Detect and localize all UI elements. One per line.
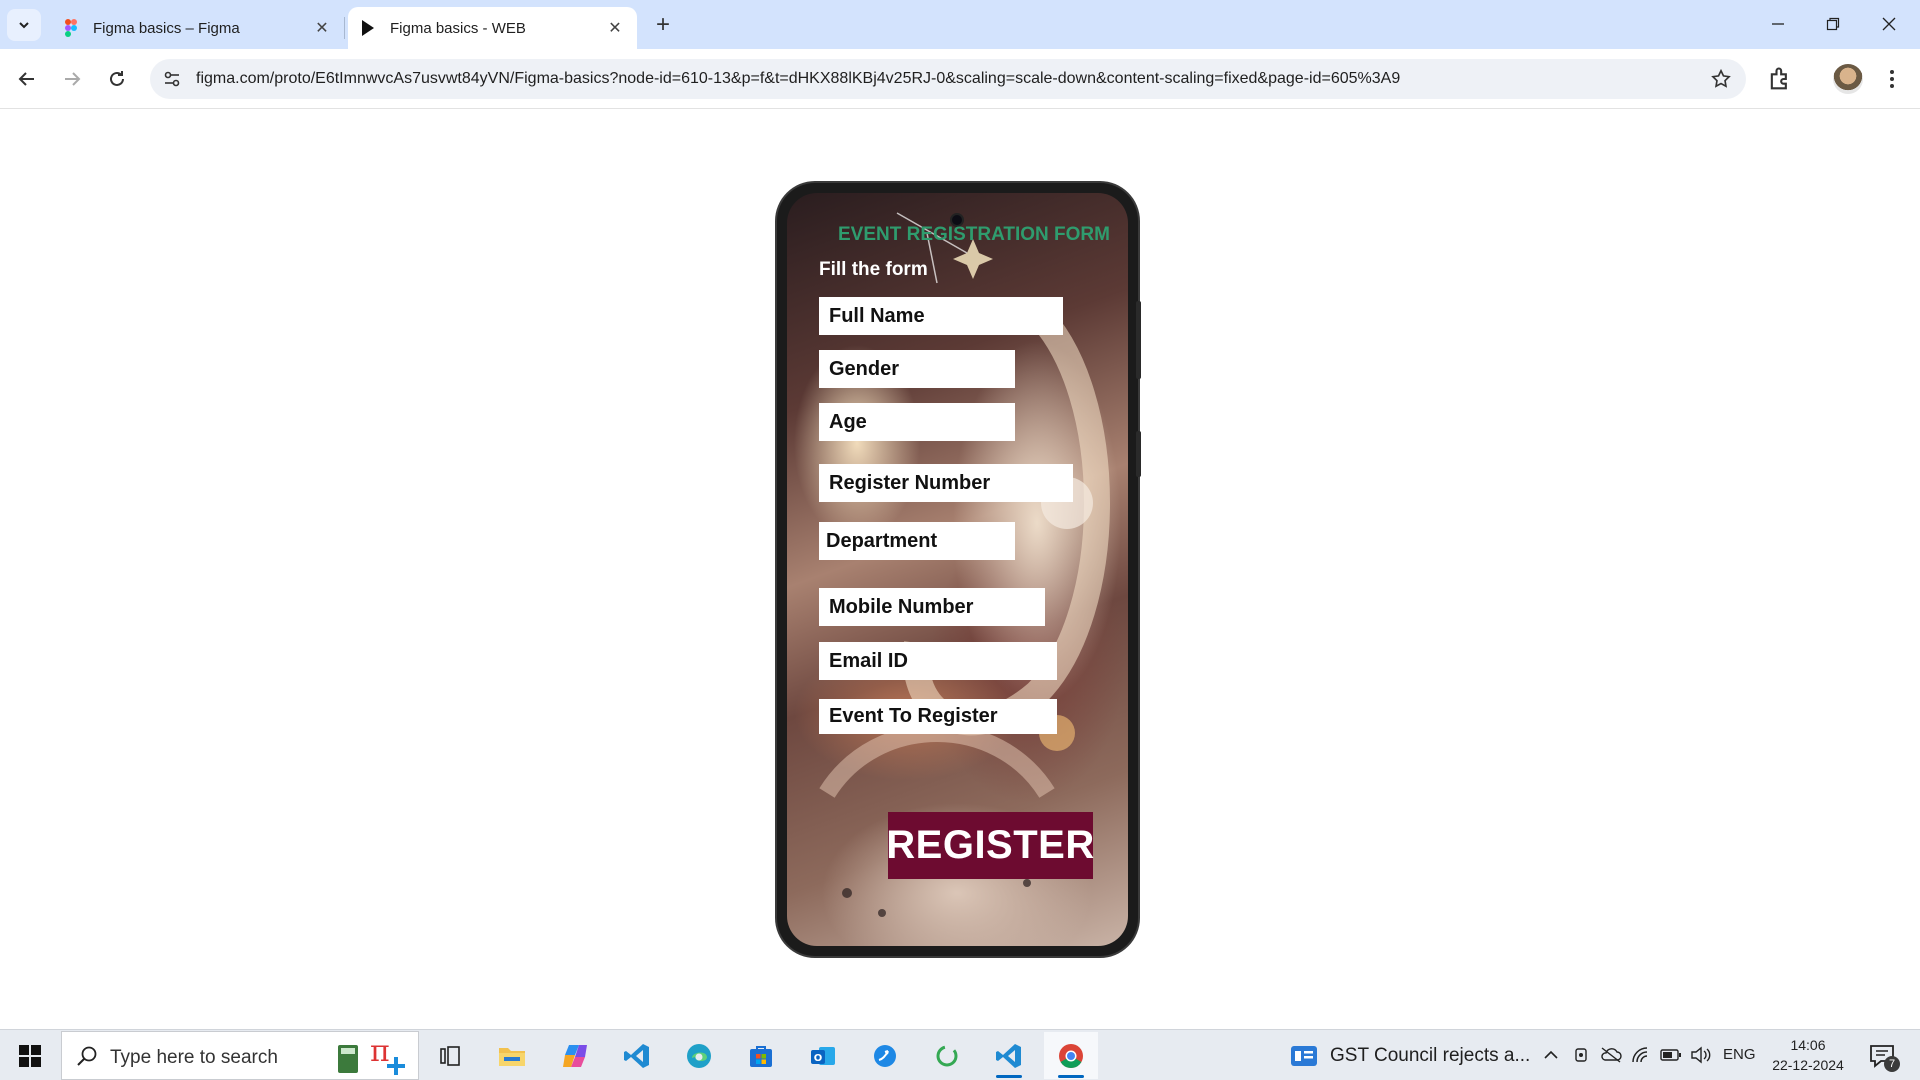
- phone-side-button: [1136, 301, 1141, 379]
- phone-frame: EVENT REGISTRATION FORM Fill the form Fu…: [777, 183, 1141, 956]
- department-field[interactable]: Department: [819, 522, 1015, 560]
- register-number-field[interactable]: Register Number: [819, 464, 1073, 502]
- start-button[interactable]: [0, 1030, 60, 1080]
- calculator-pi-highlight-icon: π: [338, 1035, 405, 1075]
- app-button[interactable]: [858, 1032, 912, 1079]
- copilot-button[interactable]: [548, 1032, 602, 1079]
- full-name-field[interactable]: Full Name: [819, 297, 1063, 335]
- email-field[interactable]: Email ID: [819, 642, 1057, 680]
- back-button[interactable]: [11, 63, 43, 95]
- volume-icon[interactable]: [1690, 1043, 1712, 1067]
- taskbar-search-box[interactable]: Type here to search π: [61, 1031, 419, 1080]
- chevron-down-icon: [19, 22, 29, 29]
- arrow-right-icon: [65, 72, 81, 86]
- reload-button[interactable]: [101, 63, 133, 95]
- store-icon: [750, 1045, 772, 1067]
- spinner-app-icon: [936, 1045, 958, 1066]
- news-icon: [1291, 1045, 1317, 1066]
- svg-text:O: O: [814, 1053, 823, 1064]
- store-button[interactable]: [734, 1032, 788, 1079]
- task-view-icon: [440, 1045, 460, 1066]
- outlook-button[interactable]: O: [796, 1032, 850, 1079]
- vscode-icon: [996, 1043, 1021, 1068]
- notification-count-badge: 7: [1884, 1056, 1900, 1072]
- close-window-button[interactable]: [1869, 10, 1909, 38]
- chevron-up-icon: [1544, 1050, 1558, 1059]
- form-title: EVENT REGISTRATION FORM: [838, 224, 1110, 245]
- minimize-icon: [1772, 23, 1784, 25]
- vscode-icon: [624, 1043, 649, 1068]
- chrome-button[interactable]: [1044, 1032, 1098, 1079]
- windows-logo-icon: [19, 1044, 41, 1067]
- language-indicator[interactable]: ENG: [1723, 1046, 1756, 1063]
- tab-strip: Figma basics – Figma ✕ Figma basics - WE…: [0, 0, 1920, 49]
- minimize-button[interactable]: [1758, 10, 1798, 38]
- show-hidden-icons-button[interactable]: [1540, 1043, 1562, 1067]
- extensions-icon[interactable]: [1766, 65, 1794, 93]
- file-explorer-icon: [499, 1047, 525, 1066]
- address-bar[interactable]: figma.com/proto/E6tImnwvcAs7usvwt84yVN/F…: [150, 59, 1746, 99]
- clock-time: 14:06: [1790, 1037, 1826, 1053]
- phone-screen: EVENT REGISTRATION FORM Fill the form Fu…: [787, 193, 1128, 946]
- reload-icon: [110, 71, 124, 86]
- arrow-left-icon: [18, 72, 34, 86]
- copilot-icon: [563, 1044, 587, 1067]
- meet-now-icon[interactable]: [1571, 1043, 1593, 1067]
- event-to-register-field[interactable]: Event To Register: [819, 699, 1057, 734]
- forward-button[interactable]: [56, 63, 88, 95]
- phone-side-button: [1136, 431, 1141, 477]
- windows-taskbar: Type here to search π O GST Council reje…: [0, 1029, 1920, 1080]
- mobile-number-field[interactable]: Mobile Number: [819, 588, 1045, 626]
- vscode-button[interactable]: [610, 1032, 664, 1079]
- news-headline: GST Council rejects a...: [1330, 1044, 1531, 1066]
- onedrive-icon[interactable]: [1600, 1043, 1622, 1067]
- url-text[interactable]: figma.com/proto/E6tImnwvcAs7usvwt84yVN/F…: [196, 70, 1400, 88]
- play-icon: [362, 20, 374, 36]
- search-placeholder: Type here to search: [110, 1047, 278, 1068]
- restore-icon: [1826, 17, 1840, 31]
- new-tab-button[interactable]: +: [650, 11, 676, 38]
- news-widget[interactable]: GST Council rejects a...: [1290, 1030, 1540, 1080]
- close-icon[interactable]: ✕: [312, 18, 332, 38]
- tab-title: Figma basics – Figma: [93, 19, 240, 37]
- tab-figma-prototype[interactable]: Figma basics - WEB ✕: [348, 7, 637, 49]
- age-field[interactable]: Age: [819, 403, 1015, 441]
- site-info-icon[interactable]: [162, 69, 182, 89]
- spinner-app-button[interactable]: [920, 1032, 974, 1079]
- register-button[interactable]: REGISTER: [886, 812, 1094, 879]
- bookmark-star-icon[interactable]: [1710, 68, 1732, 90]
- form-subtitle: Fill the form: [819, 259, 928, 280]
- vscode-window-button[interactable]: [982, 1032, 1036, 1079]
- clock-date: 22-12-2024: [1772, 1057, 1844, 1073]
- chrome-icon: [1059, 1043, 1083, 1068]
- plus-icon: +: [655, 11, 670, 38]
- edge-icon: [687, 1043, 711, 1068]
- svg-text:π: π: [370, 1035, 390, 1069]
- tab-divider: [344, 17, 345, 39]
- search-icon: [77, 1046, 97, 1066]
- restore-button[interactable]: [1813, 10, 1853, 38]
- gender-field[interactable]: Gender: [819, 350, 1015, 388]
- figma-logo-icon: [65, 19, 77, 37]
- close-icon[interactable]: ✕: [605, 18, 625, 38]
- browser-toolbar: figma.com/proto/E6tImnwvcAs7usvwt84yVN/F…: [0, 49, 1920, 109]
- tab-figma-editor[interactable]: Figma basics – Figma ✕: [51, 7, 344, 49]
- file-explorer-button[interactable]: [485, 1032, 539, 1079]
- close-icon: [1882, 17, 1896, 31]
- tab-title: Figma basics - WEB: [390, 19, 526, 37]
- wifi-icon[interactable]: [1630, 1043, 1652, 1067]
- task-view-button[interactable]: [423, 1032, 477, 1079]
- clock[interactable]: 14:06 22-12-2024: [1766, 1035, 1850, 1075]
- kebab-menu-icon[interactable]: [1880, 64, 1904, 94]
- prototype-viewport: EVENT REGISTRATION FORM Fill the form Fu…: [0, 109, 1920, 1029]
- tab-search-button[interactable]: [7, 9, 41, 41]
- edge-button[interactable]: [672, 1032, 726, 1079]
- outlook-icon: O: [811, 1046, 835, 1065]
- battery-icon[interactable]: [1660, 1043, 1682, 1067]
- profile-avatar[interactable]: [1833, 64, 1863, 94]
- app-icon: [874, 1044, 896, 1067]
